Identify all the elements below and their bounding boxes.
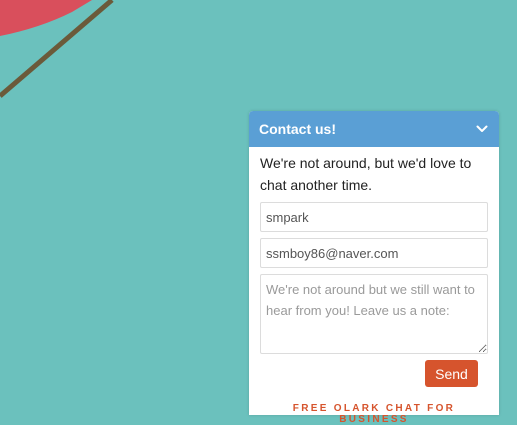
chat-title: Contact us!: [259, 121, 336, 137]
olark-footer-link[interactable]: FREE OLARK CHAT FOR BUSINESS: [260, 403, 488, 425]
name-field[interactable]: [260, 202, 488, 232]
chat-body: We're not around, but we'd love to chat …: [249, 147, 499, 425]
chat-header[interactable]: Contact us!: [249, 111, 499, 147]
chevron-down-icon[interactable]: [475, 122, 489, 136]
note-textarea[interactable]: [260, 274, 488, 354]
away-message: We're not around, but we'd love to chat …: [260, 155, 472, 193]
send-button[interactable]: Send: [425, 360, 478, 387]
send-row: Send: [260, 360, 488, 387]
email-field[interactable]: [260, 238, 488, 268]
chat-widget: Contact us! We're not around, but we'd l…: [249, 111, 499, 425]
background-illustration: [0, 0, 114, 98]
